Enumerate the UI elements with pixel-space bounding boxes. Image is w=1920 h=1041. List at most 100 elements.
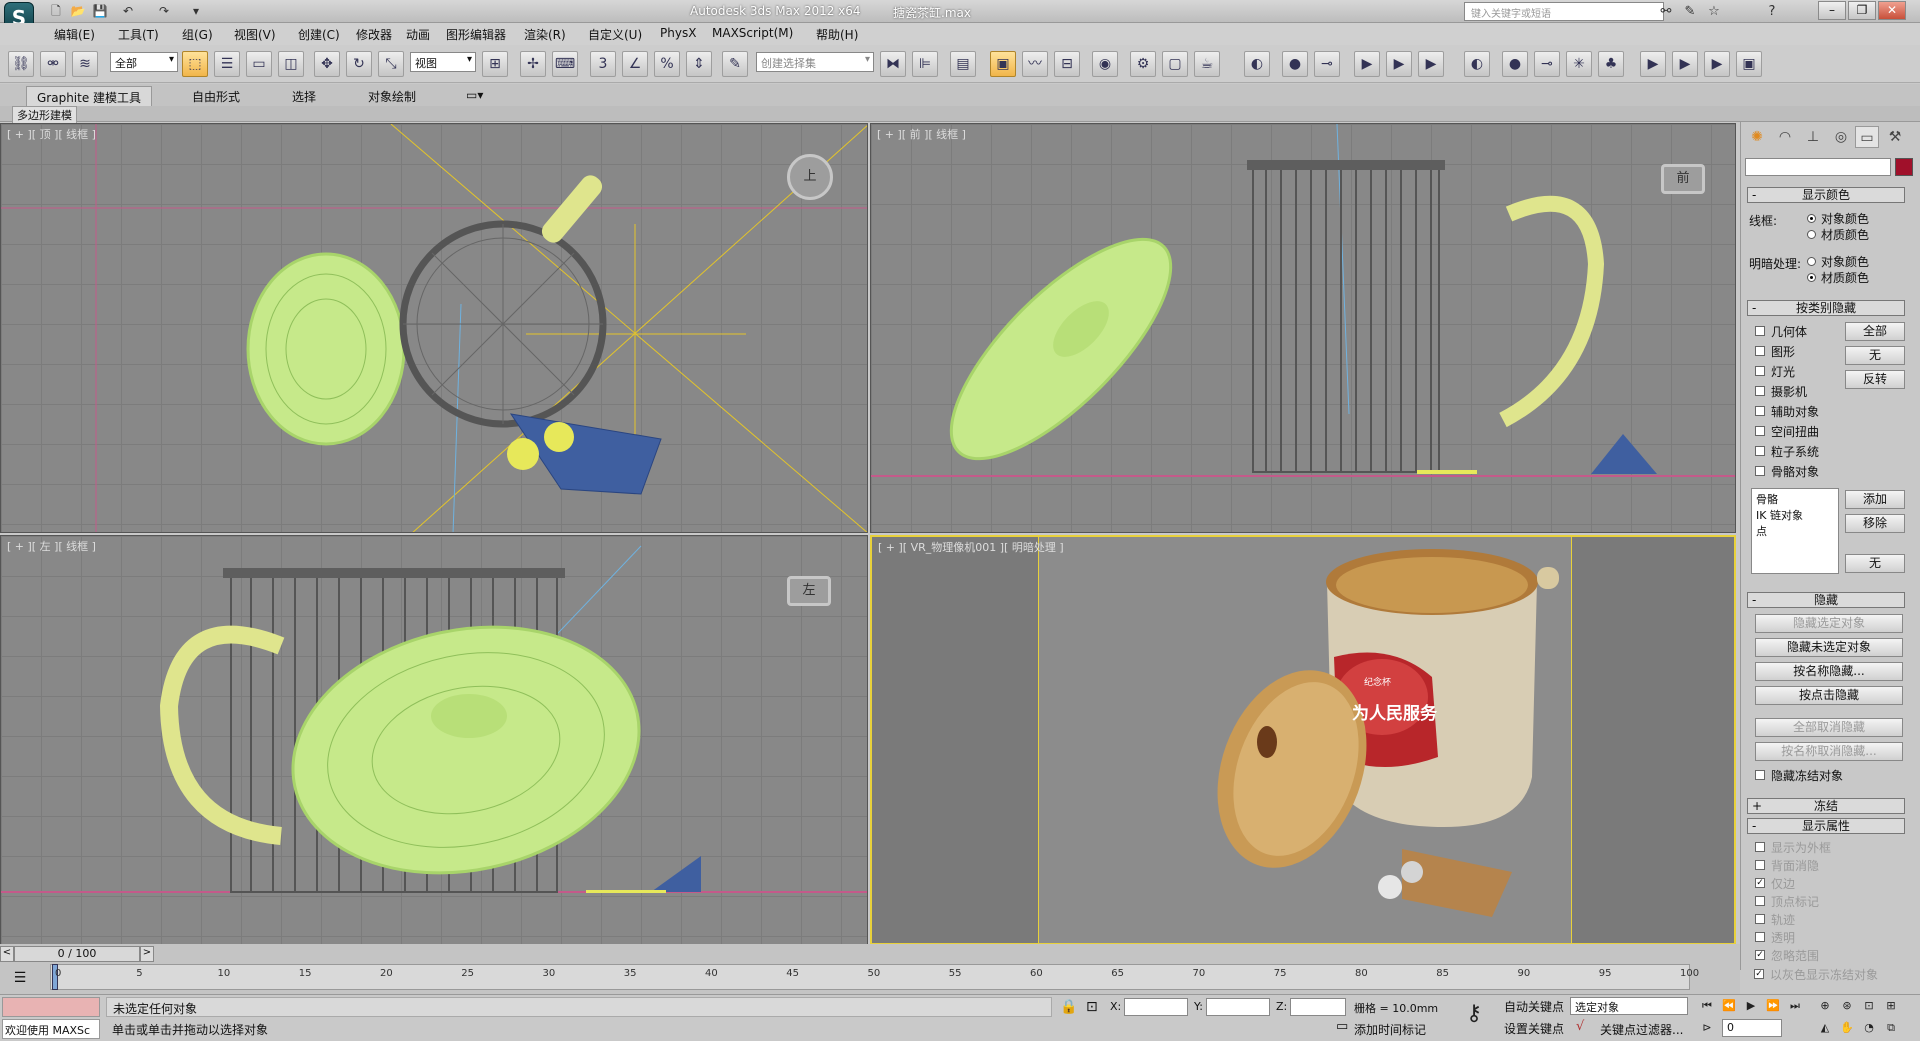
fov-icon[interactable]: ◭ — [1814, 1019, 1836, 1037]
render-setup-icon[interactable]: ⚙ — [1130, 51, 1156, 77]
unhide-all-button[interactable]: 全部取消隐藏 — [1755, 718, 1903, 737]
schematic-view-icon[interactable]: ⊟ — [1054, 51, 1080, 77]
shaded-material-color-radio[interactable] — [1807, 273, 1816, 282]
save-icon[interactable]: 💾 — [92, 3, 108, 19]
undo-icon[interactable]: ↶ — [120, 3, 136, 19]
set-key-button[interactable]: 设置关键点 — [1504, 1020, 1564, 1037]
space-warps-checkbox[interactable] — [1755, 426, 1765, 436]
cameras-checkbox[interactable] — [1755, 386, 1765, 396]
menu-physx[interactable]: PhysX — [660, 26, 696, 40]
vertex-ticks-checkbox[interactable] — [1755, 896, 1765, 906]
select-manipulate-icon[interactable]: ✢ — [520, 51, 546, 77]
rollout-hide[interactable]: 隐藏 — [1747, 592, 1905, 608]
tab-graphite[interactable]: Graphite 建模工具 — [26, 86, 153, 106]
search-input[interactable]: 键入关键字或短语 — [1464, 2, 1664, 21]
bind-space-warp-icon[interactable]: ≋ — [72, 51, 98, 77]
viewcube[interactable]: 左 — [787, 576, 831, 606]
ref-coord-dropdown[interactable]: 视图 — [410, 52, 476, 72]
bone-objects-checkbox[interactable] — [1755, 466, 1765, 476]
wire-material-color-radio[interactable] — [1807, 230, 1816, 239]
hide-by-hit-button[interactable]: 按点击隐藏 — [1755, 686, 1903, 705]
add-time-tag[interactable]: 添加时间标记 — [1354, 1021, 1426, 1038]
star-icon[interactable]: ☆ — [1704, 2, 1724, 21]
particle-systems-checkbox[interactable] — [1755, 446, 1765, 456]
tab-selection[interactable]: 选择 — [282, 86, 326, 106]
close-button[interactable]: ✕ — [1878, 1, 1906, 20]
viewcube[interactable]: 上 — [787, 154, 833, 200]
lights-checkbox[interactable] — [1755, 366, 1765, 376]
edit-named-sel-icon[interactable]: ✎ — [722, 51, 748, 77]
help-icon[interactable]: ? — [1762, 2, 1782, 21]
next-frame-button[interactable]: > — [140, 946, 154, 962]
time-slider[interactable]: 0 / 100 — [14, 946, 140, 962]
see-through-checkbox[interactable] — [1755, 932, 1765, 942]
link-icon[interactable]: ⛓ — [8, 51, 34, 77]
rollout-freeze[interactable]: 冻结 — [1747, 798, 1905, 814]
menu-rendering[interactable]: 渲染(R) — [524, 26, 566, 43]
key-filters-button[interactable]: 关键点过滤器... — [1600, 1021, 1683, 1038]
rollout-display-properties[interactable]: 显示属性 — [1747, 818, 1905, 834]
shapes-checkbox[interactable] — [1755, 346, 1765, 356]
menu-view[interactable]: 视图(V) — [234, 26, 276, 43]
keyboard-shortcut-icon[interactable]: ⌨ — [552, 51, 578, 77]
snap-toggle-icon[interactable]: 3 — [590, 51, 616, 77]
prev-frame-button[interactable]: < — [0, 946, 14, 962]
rendered-frame-icon[interactable]: ▢ — [1162, 51, 1188, 77]
viewport-top[interactable]: [ + ][ 顶 ][ 线框 ] 上 — [0, 123, 868, 533]
wire-object-color-radio[interactable] — [1807, 214, 1816, 223]
y-coord-input[interactable] — [1206, 998, 1270, 1016]
menu-graph-editors[interactable]: 图形编辑器 — [446, 26, 506, 43]
vray-icon-2[interactable]: ▶ — [1354, 51, 1380, 77]
mirror-icon[interactable]: ⧓ — [880, 51, 906, 77]
window-crossing-icon[interactable]: ◫ — [278, 51, 304, 77]
menu-customize[interactable]: 自定义(U) — [588, 26, 642, 43]
menu-tools[interactable]: 工具(T) — [118, 26, 159, 43]
tab-freeform[interactable]: 自由形式 — [182, 86, 250, 106]
curve-editor-icon[interactable]: 〰 — [1022, 51, 1048, 77]
vray-icon-5[interactable]: ◐ — [1464, 51, 1490, 77]
angle-snap-icon[interactable]: ∠ — [622, 51, 648, 77]
viewcube[interactable]: 前 — [1661, 164, 1705, 194]
object-name-input[interactable] — [1745, 158, 1891, 176]
add-button[interactable]: 添加 — [1845, 490, 1905, 509]
sphere-icon-2[interactable]: ● — [1502, 51, 1528, 77]
menu-maxscript[interactable]: MAXScript(M) — [712, 26, 793, 40]
all-button[interactable]: 全部 — [1845, 322, 1905, 341]
named-selection-dropdown[interactable]: 创建选择集 — [756, 52, 874, 72]
play-icon[interactable]: ▶ — [1740, 997, 1762, 1015]
maximize-button[interactable]: ❐ — [1848, 1, 1876, 20]
goto-end-icon[interactable]: ⏭ — [1784, 997, 1806, 1015]
pivot-icon[interactable]: ⊞ — [482, 51, 508, 77]
category-list[interactable]: 骨骼 IK 链对象 点 — [1751, 488, 1839, 574]
menu-group[interactable]: 组(G) — [182, 26, 213, 43]
hide-selected-button[interactable]: 隐藏选定对象 — [1755, 614, 1903, 633]
hierarchy-tab-icon[interactable]: ⊥ — [1801, 126, 1825, 148]
edges-only-checkbox[interactable]: ✓ — [1755, 878, 1765, 888]
poly-modeling-label[interactable]: 多边形建模 — [12, 106, 77, 124]
key-set-dropdown[interactable]: 选定对象 — [1570, 997, 1688, 1015]
current-frame-input[interactable]: 0 — [1722, 1019, 1782, 1037]
display-tab-icon[interactable]: ▭ — [1855, 126, 1879, 148]
lock-icon[interactable]: 🔒 — [1060, 999, 1077, 1015]
vray-light-icon-2[interactable]: ⊸ — [1534, 51, 1560, 77]
x-coord-input[interactable] — [1124, 998, 1188, 1016]
ignore-extents-checkbox[interactable]: ✓ — [1755, 950, 1765, 960]
create-tab-icon[interactable]: ✺ — [1745, 126, 1769, 148]
next-key-icon[interactable]: ⏩ — [1762, 997, 1784, 1015]
menu-help[interactable]: 帮助(H) — [816, 26, 858, 43]
fur-icon[interactable]: ♣ — [1598, 51, 1624, 77]
utilities-tab-icon[interactable]: ⚒ — [1883, 126, 1907, 148]
vray-icon-1[interactable]: ◐ — [1244, 51, 1270, 77]
render-teapot-icon[interactable]: ☕ — [1194, 51, 1220, 77]
viewport-label[interactable]: [ + ][ 左 ][ 线框 ] — [7, 538, 96, 554]
maximize-viewport-icon[interactable]: ⧉ — [1880, 1019, 1902, 1037]
vray-light-icon[interactable]: ⊸ — [1314, 51, 1340, 77]
rollout-display-color[interactable]: 显示颜色 — [1747, 187, 1905, 203]
tools-icon[interactable]: ✎ — [1680, 2, 1700, 21]
mini-curve-editor-icon[interactable]: ☰ — [10, 970, 30, 988]
key-icon[interactable]: ⚷ — [1466, 1001, 1482, 1026]
key-filter-icon[interactable]: √ — [1576, 1019, 1584, 1034]
layer-manager-icon[interactable]: ▤ — [950, 51, 976, 77]
vray-icon-8[interactable]: ▶ — [1704, 51, 1730, 77]
list-item[interactable]: 点 — [1756, 523, 1834, 539]
